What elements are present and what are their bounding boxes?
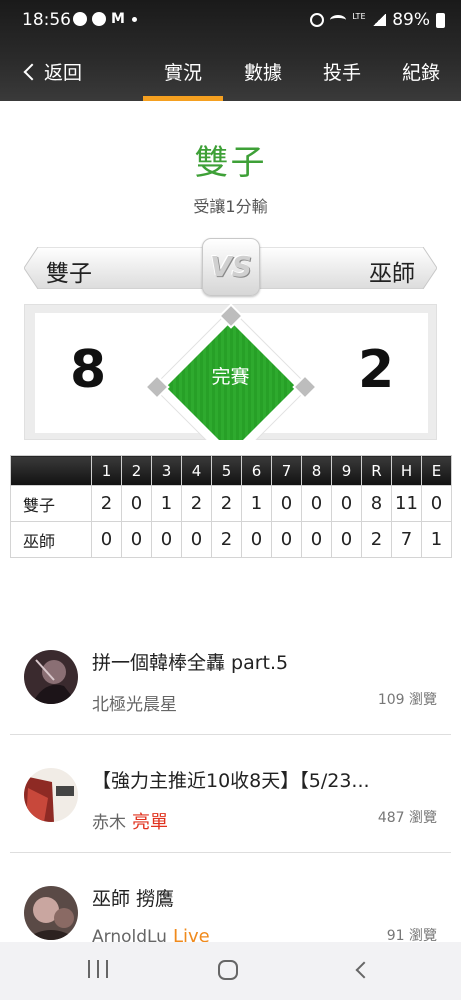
tab-stats[interactable]: 數據 — [223, 58, 303, 85]
game-status: 完賽 — [211, 366, 250, 388]
top-nav: 返回 實況 數據 投手 紀錄 — [0, 44, 461, 101]
back-button[interactable]: 返回 — [20, 58, 82, 85]
back-label: 返回 — [44, 62, 83, 84]
linescore-header-cell: 7 — [271, 455, 302, 486]
battery-icon — [436, 12, 445, 28]
linescore-cell: 0 — [331, 521, 362, 558]
post-title[interactable]: 拼一個韓棒全轟 part.5 — [92, 648, 288, 675]
linescore-header-cell: E — [421, 455, 452, 486]
linescore-cell: 2 — [91, 485, 122, 522]
post-author: 赤木 亮單 — [92, 808, 168, 834]
tab-live[interactable]: 實況 — [143, 58, 223, 101]
linescore-header-cell: H — [391, 455, 422, 486]
linescore-row-away: 巫師 0 0 0 0 2 0 0 0 0 2 7 1 — [10, 521, 452, 558]
recent-apps-icon — [88, 960, 90, 978]
recent-apps-icon — [106, 960, 108, 978]
notification-icons: M — [73, 12, 137, 26]
tab-records[interactable]: 紀錄 — [381, 58, 461, 85]
linescore-cell: 0 — [421, 485, 452, 522]
linescore-cell: 0 — [271, 521, 302, 558]
chevron-left-icon — [23, 63, 41, 80]
soccer-icon — [92, 12, 106, 26]
linescore-team-name: 巫師 — [10, 521, 92, 558]
avatar[interactable] — [24, 768, 78, 822]
linescore-cell: 0 — [331, 485, 362, 522]
top-bar: 18:56 M LTE 89% 返回 實況 數據 投手 紀錄 — [0, 0, 461, 101]
linescore-cell: 2 — [211, 485, 242, 522]
linescore-header-row: 1 2 3 4 5 6 7 8 9 R H E — [10, 455, 452, 486]
linescore-cell: 1 — [241, 485, 272, 522]
recent-apps-button[interactable] — [88, 960, 108, 982]
linescore-cell: 0 — [241, 521, 272, 558]
linescore-cell: 1 — [151, 485, 182, 522]
post-views: 109 瀏覽 — [377, 692, 437, 708]
lte-icon: LTE — [352, 12, 366, 21]
mail-icon: M — [111, 11, 125, 27]
chevron-left-icon — [355, 961, 373, 979]
alarm-icon — [310, 13, 325, 27]
status-time: 18:56 — [22, 10, 71, 30]
linescore-team-name: 雙子 — [10, 485, 92, 522]
home-team-name: 雙子 — [46, 261, 92, 287]
post-title[interactable]: 【強力主推近10收8天】【5/23... — [92, 766, 370, 793]
handicap-result: 受讓1分輸 — [193, 197, 268, 216]
linescore-header-cell: R — [361, 455, 392, 486]
linescore-cell: 0 — [121, 485, 152, 522]
post-views: 487 瀏覽 — [377, 810, 437, 826]
linescore-cell: 0 — [151, 521, 182, 558]
linescore-cell: 1 — [421, 521, 452, 558]
avatar-image-icon — [24, 768, 78, 822]
home-button[interactable] — [218, 960, 238, 980]
linescore-header-cell: 8 — [301, 455, 332, 486]
linescore-header-cell: 9 — [331, 455, 362, 486]
linescore-cell: 0 — [91, 521, 122, 558]
linescore-header-cell: 3 — [151, 455, 182, 486]
post-item[interactable]: 拼一個韓棒全轟 part.5 北極光晨星 109 瀏覽 — [0, 617, 461, 735]
author-name[interactable]: 北極光晨星 — [92, 695, 177, 715]
linescore-cell: 2 — [181, 485, 212, 522]
linescore-cell: 7 — [391, 521, 422, 558]
linescore-row-home: 雙子 2 0 1 2 2 1 0 0 0 8 11 0 — [10, 485, 452, 522]
battery-percent: 89% — [392, 10, 430, 30]
linescore-cell: 0 — [271, 485, 302, 522]
linescore-header-cell: 4 — [181, 455, 212, 486]
linescore-cell: 11 — [391, 485, 422, 522]
linescore-header-cell: 5 — [211, 455, 242, 486]
status-bar: 18:56 M LTE 89% — [0, 0, 461, 44]
post-tag-badge: 亮單 — [132, 812, 168, 833]
more-dot-icon — [132, 16, 137, 22]
tab-pitchers[interactable]: 投手 — [302, 58, 382, 85]
recent-apps-icon — [97, 960, 99, 978]
linescore-cell: 2 — [211, 521, 242, 558]
linescore-header-cell: 2 — [121, 455, 152, 486]
post-item[interactable]: 【強力主推近10收8天】【5/23... 赤木 亮單 487 瀏覽 — [0, 735, 461, 853]
signal-icon — [372, 14, 387, 26]
wifi-icon — [330, 15, 347, 25]
linescore-cell: 0 — [301, 485, 332, 522]
linescore-cell: 2 — [361, 521, 392, 558]
linescore-table: 1 2 3 4 5 6 7 8 9 R H E 雙子 2 0 1 2 2 1 0… — [10, 455, 452, 558]
post-title[interactable]: 巫師 撈鷹 — [92, 884, 174, 911]
linescore-cell: 0 — [121, 521, 152, 558]
linescore-cell: 0 — [301, 521, 332, 558]
away-team-name: 巫師 — [369, 261, 415, 287]
linescore-cell: 0 — [181, 521, 212, 558]
linescore-header-cell: 1 — [91, 455, 122, 486]
system-icons: LTE 89% — [310, 10, 445, 30]
avatar-image-icon — [24, 650, 78, 704]
system-nav-bar — [0, 942, 461, 1000]
avatar[interactable] — [24, 650, 78, 704]
author-name[interactable]: 赤木 — [92, 813, 126, 833]
linescore-header-cell — [10, 455, 92, 486]
avatar-image-icon — [24, 886, 78, 940]
linescore-header-cell: 6 — [241, 455, 272, 486]
linescore-cell: 8 — [361, 485, 392, 522]
post-author: 北極光晨星 — [92, 690, 177, 715]
app-notification-icon — [73, 12, 87, 26]
system-back-button[interactable] — [352, 960, 374, 982]
page-title: 雙子 — [194, 143, 267, 183]
avatar[interactable] — [24, 886, 78, 940]
matchup-banner: 雙子 巫師 VS — [24, 238, 437, 296]
vs-badge: VS — [202, 238, 260, 296]
